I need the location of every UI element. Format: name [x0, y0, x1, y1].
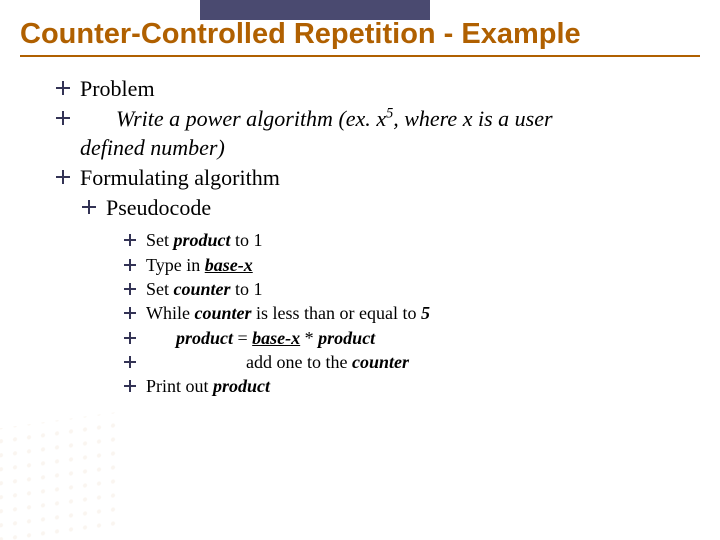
decorative-top-bar: [200, 0, 430, 20]
bullet-pseudocode: Pseudocode: [82, 193, 690, 223]
diamond-bullet-icon: [124, 332, 136, 344]
diamond-bullet-icon: [124, 283, 136, 295]
pseudo-type-basex: Type in base-x: [124, 253, 690, 277]
bullet-problem: Problem: [56, 74, 690, 104]
slide-title: Counter-Controlled Repetition - Example: [20, 18, 700, 57]
slide: Counter-Controlled Repetition - Example …: [0, 0, 720, 540]
decorative-dots: [0, 412, 120, 540]
pseudo-increment: add one to the counter: [124, 350, 690, 374]
text-write-algorithm-cont: defined number): [80, 133, 690, 163]
slide-body: Problem Write a power algorithm (ex. x5,…: [56, 74, 690, 399]
pseudo-print: Print out product: [124, 374, 690, 398]
text-write-algorithm: Write a power algorithm (ex. x5, where x…: [80, 104, 553, 134]
pseudo-set-product: Set product to 1: [124, 228, 690, 252]
diamond-bullet-icon: [56, 111, 70, 125]
diamond-bullet-icon: [82, 200, 96, 214]
text-pseudocode: Pseudocode: [106, 193, 211, 223]
pseudo-set-counter: Set counter to 1: [124, 277, 690, 301]
diamond-bullet-icon: [124, 259, 136, 271]
pseudo-assign: product = base-x * product: [124, 326, 690, 350]
pseudo-while: While counter is less than or equal to 5: [124, 301, 690, 325]
diamond-bullet-icon: [124, 380, 136, 392]
bullet-write-algorithm: Write a power algorithm (ex. x5, where x…: [56, 104, 690, 134]
diamond-bullet-icon: [124, 234, 136, 246]
text-formulating: Formulating algorithm: [80, 163, 280, 193]
bullet-formulating: Formulating algorithm: [56, 163, 690, 193]
diamond-bullet-icon: [124, 356, 136, 368]
diamond-bullet-icon: [124, 307, 136, 319]
diamond-bullet-icon: [56, 81, 70, 95]
text-problem: Problem: [80, 74, 155, 104]
diamond-bullet-icon: [56, 170, 70, 184]
